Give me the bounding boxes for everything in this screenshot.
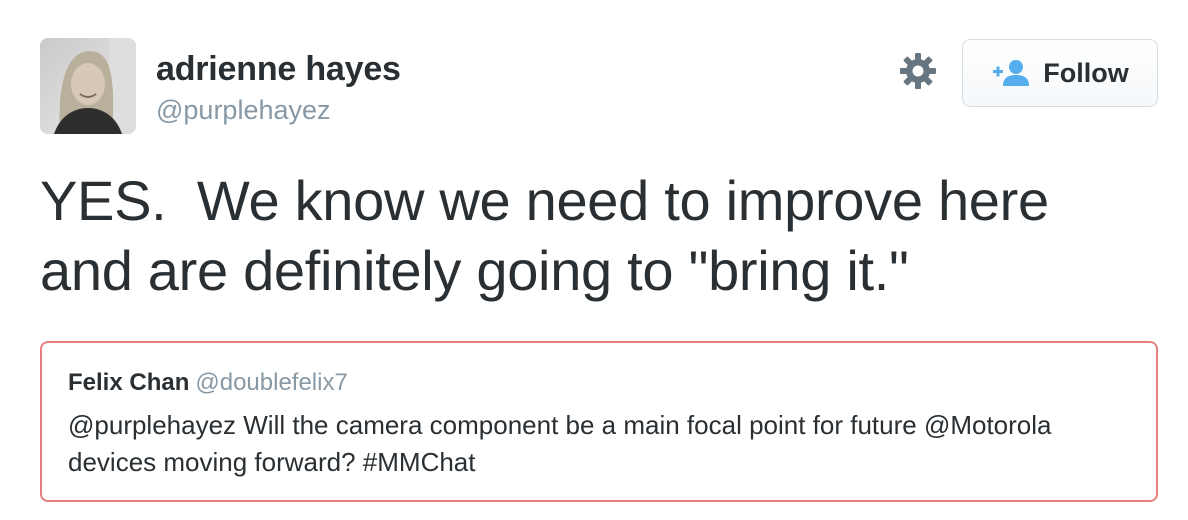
avatar[interactable] <box>40 38 136 134</box>
author-handle[interactable]: @purplehayez <box>156 95 331 126</box>
quoted-tweet-header: Felix Chan @doublefelix7 <box>68 369 1130 397</box>
follow-button[interactable]: Follow <box>962 39 1158 107</box>
tweet-text: YES. We know we need to improve here and… <box>40 169 1049 302</box>
avatar-photo <box>40 38 136 134</box>
quoted-tweet-text: @purplehayez Will the camera component b… <box>68 410 1052 477</box>
quoted-tweet[interactable]: Felix Chan @doublefelix7 @purplehayez Wil… <box>40 341 1158 502</box>
quoted-author-name: Felix Chan <box>68 369 190 396</box>
follow-label: Follow <box>1043 57 1129 88</box>
author-name[interactable]: adrienne hayes <box>156 50 401 89</box>
gear-icon[interactable] <box>899 52 937 90</box>
add-user-icon <box>991 59 1031 87</box>
quoted-author-handle: @doublefelix7 <box>195 369 348 396</box>
tweet-card: adrienne hayes @purplehayez Follow YES. … <box>0 0 1188 520</box>
